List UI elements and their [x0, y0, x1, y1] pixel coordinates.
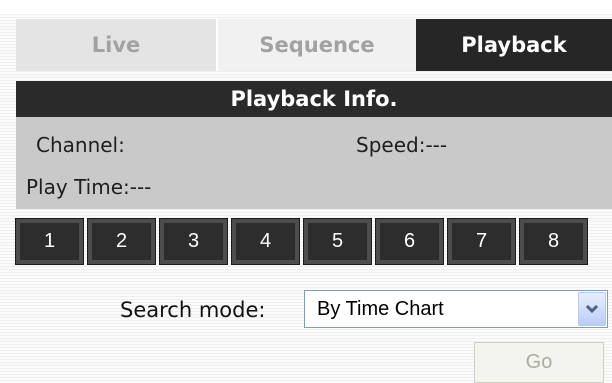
search-mode-label: Search mode: — [120, 298, 266, 322]
speed-value: --- — [425, 133, 448, 157]
channel-buttons: 1 2 3 4 5 6 7 8 — [15, 218, 612, 265]
channel-button-4[interactable]: 4 — [231, 218, 300, 265]
speed-info: Speed:--- — [356, 133, 447, 157]
search-mode-value: By Time Chart — [317, 298, 444, 320]
channel-button-2[interactable]: 2 — [87, 218, 156, 265]
channel-label: Channel: — [36, 133, 125, 157]
chevron-down-icon — [585, 304, 599, 314]
channel-button-3[interactable]: 3 — [159, 218, 228, 265]
channel-button-6[interactable]: 6 — [375, 218, 444, 265]
mode-tabs: Live Sequence Playback — [16, 19, 612, 71]
tab-live[interactable]: Live — [16, 19, 216, 71]
channel-button-1[interactable]: 1 — [15, 218, 84, 265]
go-button[interactable]: Go — [474, 342, 604, 383]
tab-sequence[interactable]: Sequence — [216, 19, 416, 71]
play-time-value: --- — [129, 175, 152, 199]
search-mode-select[interactable]: By Time Chart — [304, 290, 608, 328]
channel-button-8[interactable]: 8 — [519, 218, 588, 265]
play-time-info: Play Time:--- — [26, 175, 151, 199]
playback-info-title: Playback Info. — [16, 81, 612, 117]
dropdown-button[interactable] — [578, 292, 606, 326]
play-time-label: Play Time: — [26, 175, 130, 199]
channel-button-7[interactable]: 7 — [447, 218, 516, 265]
channel-button-5[interactable]: 5 — [303, 218, 372, 265]
speed-label: Speed: — [356, 133, 426, 157]
tab-playback[interactable]: Playback — [416, 19, 612, 71]
top-strip — [0, 0, 612, 14]
playback-info-panel: Playback Info. Channel: Speed:--- Play T… — [16, 81, 612, 209]
channel-info: Channel: — [36, 133, 125, 157]
